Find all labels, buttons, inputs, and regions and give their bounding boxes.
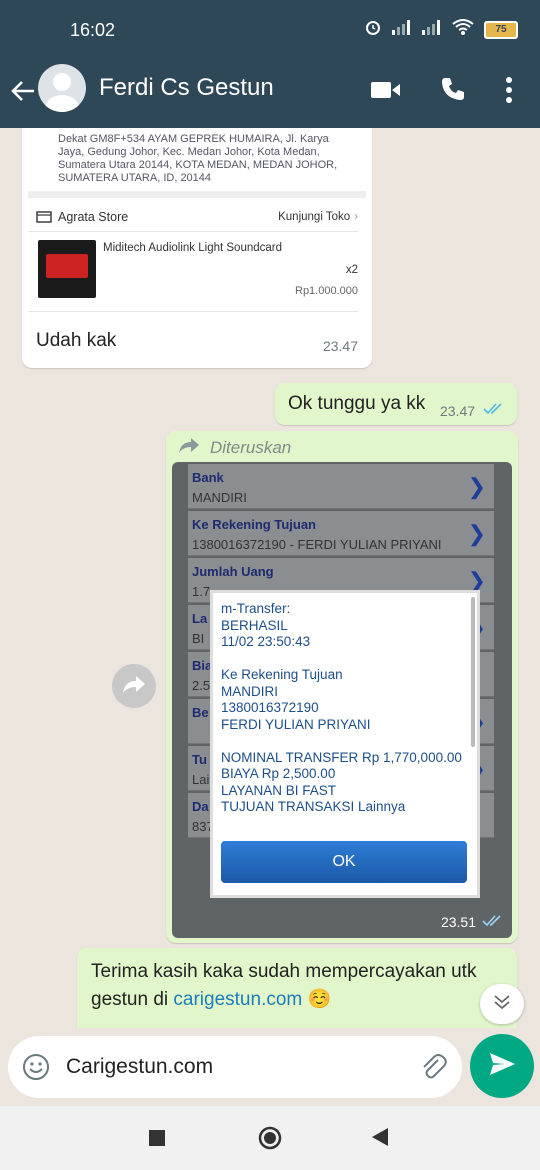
paperclip-icon[interactable] — [418, 1052, 448, 1087]
dialog-text: m-Transfer: BERHASIL 11/02 23:50:43 Ke R… — [221, 601, 462, 814]
divider — [28, 191, 366, 198]
chat-header: Ferdi Cs Gestun — [0, 60, 540, 128]
message-time: 23.47 — [322, 338, 358, 354]
double-chevron-down-icon — [493, 994, 511, 1015]
transfer-dialog: m-Transfer: BERHASIL 11/02 23:50:43 Ke R… — [210, 590, 480, 898]
product-name: Miditech Audiolink Light Soundcard — [103, 242, 283, 254]
forwarded-label: Diteruskan — [210, 438, 292, 457]
message-time: 23.51 — [440, 914, 476, 930]
message-text: Terima kasih kaka sudah mempercayakan ut… — [91, 958, 501, 1014]
message-time: 23.47 — [440, 403, 476, 419]
ok-button: OK — [221, 841, 467, 883]
order-message[interactable]: Dekat GM8F+534 AYAM GEPREK HUMAIRA, Jl. … — [22, 128, 372, 368]
avatar[interactable] — [38, 64, 86, 112]
battery-icon: 75 — [484, 20, 518, 39]
store-icon — [36, 209, 52, 226]
store-row[interactable]: Agrata Store Kunjungi Toko › — [36, 203, 358, 231]
outgoing-message[interactable]: Ok tunggu ya kk 23.47 — [275, 383, 517, 425]
divider — [28, 231, 358, 232]
message-composer: Carigestun.com — [8, 1036, 462, 1098]
emoji-icon[interactable] — [22, 1053, 50, 1086]
product-price: Rp1.000.000 — [295, 285, 358, 297]
divider — [28, 311, 358, 312]
video-call-icon[interactable] — [371, 80, 401, 105]
message-text: Udah kak — [36, 330, 117, 351]
signal-icon-2 — [422, 19, 442, 40]
chevron-right-icon: › — [354, 211, 358, 223]
store-name: Agrata Store — [58, 210, 129, 224]
recents-icon[interactable] — [149, 1130, 167, 1151]
detail-row: Ke Rekening Tujuan 1380016372190 - FERDI … — [188, 511, 494, 556]
signal-icon — [392, 19, 412, 40]
detail-row: Bank MANDIRI ❯ — [188, 464, 494, 509]
status-time: 16:02 — [70, 20, 116, 40]
home-icon[interactable] — [258, 1126, 282, 1155]
product-quantity: x2 — [345, 264, 358, 276]
send-icon — [488, 1051, 516, 1082]
dialog-scrollbar — [471, 597, 475, 747]
message-text: Ok tunggu ya kk — [288, 393, 426, 414]
read-receipt-icon — [483, 402, 505, 421]
smile-emoji: ☺️ — [307, 989, 332, 1010]
transfer-screenshot[interactable]: Bank MANDIRI ❯ Ke Rekening Tujuan 138001637… — [172, 462, 512, 938]
alarm-icon — [364, 18, 382, 41]
product-image[interactable] — [38, 240, 96, 298]
outgoing-message[interactable]: Terima kasih kaka sudah mempercayakan ut… — [77, 948, 517, 1028]
forward-icon — [178, 437, 200, 460]
message-input[interactable]: Carigestun.com — [66, 1055, 213, 1079]
chat-area[interactable]: Dekat GM8F+534 AYAM GEPREK HUMAIRA, Jl. … — [0, 128, 540, 1028]
send-button[interactable] — [470, 1034, 534, 1098]
share-button[interactable] — [112, 664, 156, 708]
back-triangle-icon[interactable] — [372, 1128, 388, 1151]
phone-icon[interactable] — [440, 76, 466, 107]
visit-store-link[interactable]: Kunjungi Toko — [278, 211, 350, 223]
message-link[interactable]: carigestun.com — [173, 989, 302, 1010]
order-address: Dekat GM8F+534 AYAM GEPREK HUMAIRA, Jl. … — [58, 133, 338, 184]
system-nav-bar — [0, 1106, 540, 1170]
chevron-right-icon: ❯ — [467, 521, 486, 546]
wifi-icon — [452, 19, 474, 40]
scroll-to-bottom-button[interactable] — [480, 984, 524, 1024]
read-receipt-icon — [482, 914, 504, 933]
status-bar: 16:02 75 — [0, 0, 540, 60]
contact-name[interactable]: Ferdi Cs Gestun — [99, 74, 274, 102]
chevron-right-icon: ❯ — [467, 474, 486, 499]
forward-icon — [122, 674, 146, 699]
back-arrow-icon[interactable] — [10, 78, 36, 109]
more-options-icon[interactable] — [505, 76, 513, 109]
